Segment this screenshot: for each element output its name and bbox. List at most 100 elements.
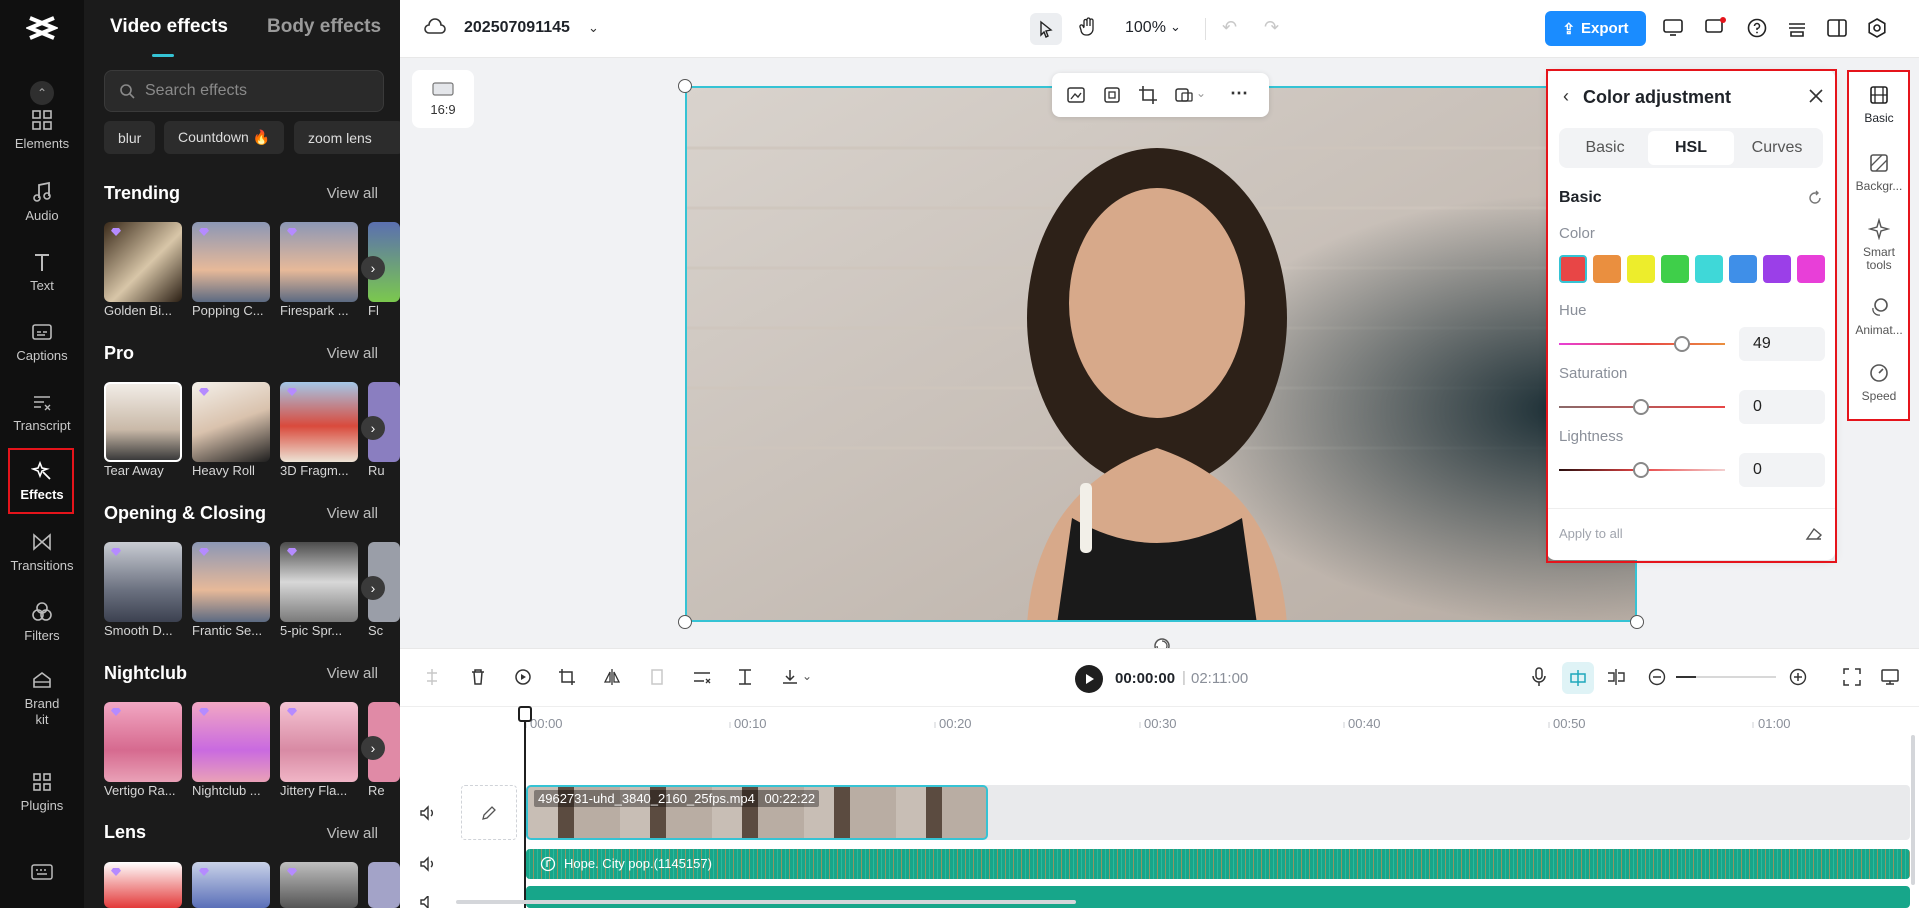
fullscreen-icon[interactable] (1843, 668, 1861, 686)
track-volume-icon[interactable] (419, 896, 437, 908)
nav-transcript[interactable]: Transcript (0, 390, 84, 450)
saturation-slider-knob[interactable] (1633, 399, 1649, 415)
effect-thumb[interactable] (280, 702, 358, 782)
effect-thumb[interactable] (104, 222, 182, 302)
effect-thumb[interactable] (192, 542, 270, 622)
nav-audio[interactable]: Audio (0, 180, 84, 240)
swatch-orange[interactable] (1593, 255, 1621, 283)
resize-handle[interactable] (678, 615, 692, 629)
tab-hsl[interactable]: HSL (1648, 131, 1734, 165)
more-options-icon[interactable]: ⋯ (1230, 83, 1248, 104)
chip-zoom-lens[interactable]: zoom lens (294, 121, 400, 154)
view-all-link[interactable]: View all (327, 185, 378, 202)
auto-snap-toggle[interactable] (1562, 662, 1594, 694)
scroll-right-icon[interactable]: › (361, 256, 385, 280)
tab-body-effects[interactable]: Body effects (267, 16, 381, 38)
resize-handle[interactable] (1630, 615, 1644, 629)
play-button[interactable] (1075, 665, 1103, 693)
effect-thumb[interactable] (280, 542, 358, 622)
zoom-in-icon[interactable] (1789, 668, 1807, 686)
redo-icon[interactable]: ↷ (1264, 17, 1279, 38)
view-all-link[interactable]: View all (327, 505, 378, 522)
capcut-logo[interactable] (26, 14, 58, 42)
swatch-green[interactable] (1661, 255, 1689, 283)
effect-thumb[interactable] (192, 862, 270, 908)
effect-thumb[interactable] (192, 382, 270, 462)
zoom-level[interactable]: 100% (1125, 19, 1166, 37)
rail-basic[interactable]: Basic (1848, 84, 1910, 125)
zoom-out-icon[interactable] (1648, 668, 1666, 686)
nav-plugins[interactable]: Plugins (0, 770, 84, 830)
delete-icon[interactable] (470, 668, 486, 686)
back-chevron-icon[interactable]: ‹ (1563, 86, 1569, 107)
effect-thumb[interactable] (368, 862, 400, 908)
nav-text[interactable]: Text (0, 250, 84, 310)
effect-thumb[interactable] (104, 542, 182, 622)
swatch-yellow[interactable] (1627, 255, 1655, 283)
tab-video-effects[interactable]: Video effects (110, 16, 228, 38)
nav-captions[interactable]: Captions (0, 320, 84, 380)
eraser-icon[interactable] (1805, 525, 1823, 541)
swatch-blue[interactable] (1729, 255, 1757, 283)
mirror-icon[interactable] (603, 668, 621, 686)
split-clip-icon[interactable] (424, 668, 440, 686)
rail-smart-tools[interactable]: Smart tools (1848, 218, 1910, 272)
shield-monitor-icon[interactable] (1704, 17, 1726, 37)
hue-slider[interactable] (1559, 343, 1725, 345)
video-preview[interactable] (685, 86, 1637, 622)
settings-gear-icon[interactable] (1866, 17, 1888, 39)
swatch-magenta[interactable] (1797, 255, 1825, 283)
rail-animation[interactable]: Animat... (1848, 296, 1910, 337)
swatch-cyan[interactable] (1695, 255, 1723, 283)
hand-pan-icon[interactable] (1078, 17, 1098, 37)
saturation-input[interactable]: 0 (1739, 390, 1825, 424)
hue-input[interactable]: 49 (1739, 327, 1825, 361)
effect-thumb[interactable] (104, 702, 182, 782)
download-chevron-icon[interactable]: ⌄ (802, 669, 812, 683)
link-clips-icon[interactable] (1606, 668, 1626, 686)
video-clip[interactable]: 4962731-uhd_3840_2160_25fps.mp4 00:22:22 (526, 785, 988, 840)
vertical-scrollbar[interactable] (1911, 735, 1915, 885)
export-button[interactable]: ⇪ Export (1545, 11, 1646, 46)
chip-blur[interactable]: blur (104, 121, 155, 154)
chip-countdown[interactable]: Countdown 🔥 (164, 121, 284, 154)
replay-icon[interactable] (514, 668, 532, 686)
reset-icon[interactable] (1807, 190, 1823, 206)
scroll-right-icon[interactable]: › (361, 576, 385, 600)
nav-effects[interactable]: Effects (0, 459, 84, 519)
audio-clip[interactable] (526, 886, 1910, 908)
fit-frame-icon[interactable] (1102, 85, 1122, 105)
audio-clip[interactable]: Hope. City pop.(1145157) (526, 849, 1910, 879)
microphone-icon[interactable] (1531, 667, 1547, 687)
rail-background[interactable]: Backgr... (1848, 152, 1910, 193)
freeze-frame-icon[interactable] (648, 668, 666, 686)
effect-thumb[interactable] (192, 702, 270, 782)
present-screen-icon[interactable] (1662, 17, 1684, 37)
effect-thumb[interactable] (192, 222, 270, 302)
crop-icon[interactable] (558, 668, 576, 686)
cover-edit-button[interactable] (461, 785, 517, 840)
effect-thumb[interactable] (280, 382, 358, 462)
swatch-red[interactable] (1559, 255, 1587, 283)
replace-image-icon[interactable] (1066, 85, 1086, 105)
track-volume-icon[interactable] (419, 856, 437, 872)
nav-filters[interactable]: Filters (0, 600, 84, 660)
resize-handle[interactable] (678, 79, 692, 93)
collapse-up-icon[interactable]: ⌃ (30, 81, 54, 105)
view-all-link[interactable]: View all (327, 825, 378, 842)
undo-icon[interactable]: ↶ (1222, 17, 1237, 38)
nav-transitions[interactable]: Transitions (0, 530, 84, 590)
playhead[interactable] (524, 708, 526, 908)
nav-brand-kit[interactable]: Brand kit (0, 668, 84, 748)
nav-elements[interactable]: Elements (0, 108, 84, 168)
zoom-chevron-icon[interactable]: ⌄ (1170, 19, 1181, 35)
tab-curves[interactable]: Curves (1734, 131, 1820, 165)
aspect-ratio-button[interactable]: 16:9 (412, 70, 474, 128)
scroll-right-icon[interactable]: › (361, 736, 385, 760)
text-to-speech-icon[interactable] (736, 668, 754, 686)
view-all-link[interactable]: View all (327, 665, 378, 682)
preview-monitor-icon[interactable] (1880, 668, 1900, 686)
effect-thumb[interactable] (280, 222, 358, 302)
view-all-link[interactable]: View all (327, 345, 378, 362)
swatch-purple[interactable] (1763, 255, 1791, 283)
